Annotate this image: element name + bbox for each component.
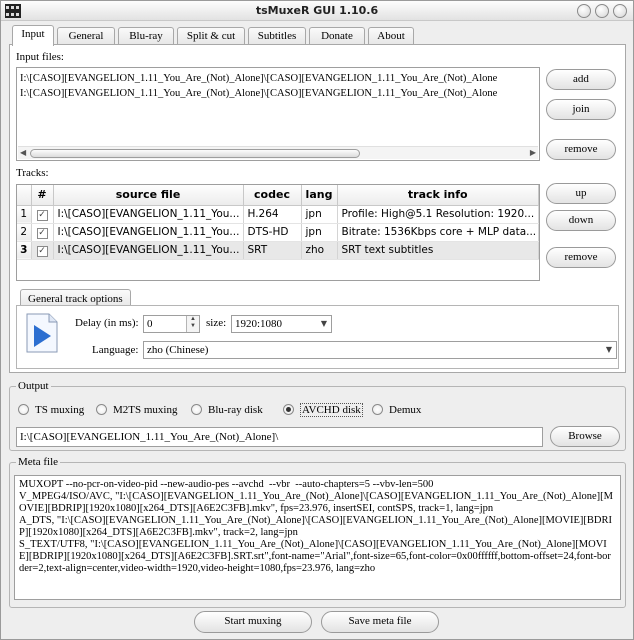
radio-icon[interactable] — [372, 404, 383, 415]
radio-icon[interactable] — [191, 404, 202, 415]
tab-input[interactable]: Input — [12, 25, 54, 46]
spin-down-icon[interactable]: ▼ — [190, 323, 196, 329]
tracks-header-row: # source file codec lang track info — [17, 185, 539, 206]
input-file-item[interactable]: I:\[CASO][EVANGELION_1.11_You_Are_(Not)_… — [20, 88, 536, 99]
join-file-button[interactable]: join — [546, 99, 616, 120]
table-row[interactable]: 3 ✓ I:\[CASO][EVANGELION_1.11_You... SRT… — [17, 241, 539, 260]
delay-input[interactable]: 0 ▲ ▼ — [143, 315, 200, 333]
column-header[interactable]: codec — [243, 185, 302, 206]
language-value: zho (Chinese) — [147, 344, 209, 356]
radio-avchd-disk[interactable]: AVCHD disk — [283, 403, 363, 417]
save-meta-file-button[interactable]: Save meta file — [321, 611, 439, 633]
input-files-list[interactable]: I:\[CASO][EVANGELION_1.11_You_Are_(Not)_… — [16, 67, 540, 161]
tab-split-cut[interactable]: Split & cut — [177, 27, 245, 45]
track-info-cell: Profile: High@5.1 Resolution: 1920... — [337, 205, 539, 224]
track-checkbox[interactable]: ✓ — [36, 209, 48, 221]
chevron-down-icon[interactable]: ▼ — [317, 316, 331, 332]
close-button[interactable] — [613, 4, 627, 18]
output-group: Output TS muxing M2TS muxing Blu-ray dis… — [9, 380, 626, 451]
output-path-input[interactable]: I:\[CASO][EVANGELION_1.11_You_Are_(Not)_… — [16, 427, 543, 447]
radio-blu-ray-disk[interactable]: Blu-ray disk — [191, 404, 263, 416]
input-tab-panel: Input files: I:\[CASO][EVANGELION_1.11_Y… — [9, 44, 626, 373]
scroll-right-icon[interactable]: ▶ — [530, 148, 536, 157]
spin-up-icon[interactable]: ▲ — [190, 316, 196, 322]
radio-demux[interactable]: Demux — [372, 404, 421, 416]
column-header[interactable]: track info — [337, 185, 539, 206]
source-file-cell: I:\[CASO][EVANGELION_1.11_You... — [53, 241, 244, 260]
radio-icon[interactable] — [96, 404, 107, 415]
table-row[interactable]: 1 ✓ I:\[CASO][EVANGELION_1.11_You... H.2… — [17, 205, 539, 224]
column-header[interactable]: # — [31, 185, 54, 206]
radio-m2ts-muxing[interactable]: M2TS muxing — [96, 404, 177, 416]
lang-cell: zho — [301, 241, 338, 260]
track-info-cell: SRT text subtitles — [337, 241, 539, 260]
tracks-label: Tracks: — [16, 167, 49, 179]
column-header[interactable]: source file — [53, 185, 244, 206]
browse-button[interactable]: Browse — [550, 426, 620, 447]
language-label: Language: — [92, 344, 139, 356]
remove-file-button[interactable]: remove — [546, 139, 616, 160]
row-number: 2 — [17, 223, 32, 242]
meta-file-legend: Meta file — [16, 456, 61, 468]
row-number: 3 — [17, 241, 32, 260]
track-down-button[interactable]: down — [546, 210, 616, 231]
output-mode-radios: TS muxing M2TS muxing Blu-ray disk AVCHD… — [18, 403, 618, 418]
radio-label: Demux — [389, 404, 422, 416]
lang-cell: jpn — [301, 223, 338, 242]
meta-file-text[interactable]: MUXOPT --no-pcr-on-video-pid --new-audio… — [14, 475, 621, 600]
scrollbar-thumb[interactable] — [30, 149, 360, 158]
radio-ts-muxing[interactable]: TS muxing — [18, 404, 84, 416]
title-bar: tsMuxeR GUI 1.10.6 — [1, 1, 633, 21]
radio-label: Blu-ray disk — [208, 404, 263, 416]
delay-value: 0 — [147, 318, 153, 330]
track-info-cell: Bitrate: 1536Kbps core + MLP data... — [337, 223, 539, 242]
tab-donate[interactable]: Donate — [309, 27, 365, 45]
tab-blu-ray[interactable]: Blu-ray — [118, 27, 174, 45]
radio-label: M2TS muxing — [113, 404, 178, 416]
radio-label: AVCHD disk — [300, 403, 363, 417]
track-checkbox[interactable]: ✓ — [36, 245, 48, 257]
delay-spinner[interactable]: ▲ ▼ — [186, 316, 199, 332]
tracks-table[interactable]: # source file codec lang track info 1 ✓ … — [16, 184, 540, 281]
codec-cell: SRT — [243, 241, 302, 260]
remove-track-button[interactable]: remove — [546, 247, 616, 268]
media-file-icon — [26, 313, 58, 353]
radio-icon[interactable] — [283, 404, 294, 415]
row-num-header — [17, 185, 32, 206]
app-window: tsMuxeR GUI 1.10.6 Input General Blu-ray… — [0, 0, 634, 640]
source-file-cell: I:\[CASO][EVANGELION_1.11_You... — [53, 205, 244, 224]
tab-subtitles[interactable]: Subtitles — [248, 27, 306, 45]
codec-cell: H.264 — [243, 205, 302, 224]
add-file-button[interactable]: add — [546, 69, 616, 90]
track-checkbox[interactable]: ✓ — [36, 227, 48, 239]
size-label: size: — [206, 317, 227, 329]
column-header[interactable]: lang — [301, 185, 338, 206]
track-up-button[interactable]: up — [546, 183, 616, 204]
output-legend: Output — [16, 380, 51, 392]
minimize-button[interactable] — [577, 4, 591, 18]
input-files-label: Input files: — [16, 51, 64, 63]
size-value: 1920:1080 — [235, 318, 283, 330]
radio-icon[interactable] — [18, 404, 29, 415]
tab-about[interactable]: About — [368, 27, 414, 45]
lang-cell: jpn — [301, 205, 338, 224]
radio-label: TS muxing — [35, 404, 85, 416]
row-number: 1 — [17, 205, 32, 224]
chevron-down-icon[interactable]: ▼ — [602, 342, 616, 358]
start-muxing-button[interactable]: Start muxing — [194, 611, 312, 633]
source-file-cell: I:\[CASO][EVANGELION_1.11_You... — [53, 223, 244, 242]
codec-cell: DTS-HD — [243, 223, 302, 242]
maximize-button[interactable] — [595, 4, 609, 18]
delay-label: Delay (in ms): — [75, 317, 139, 329]
track-options-panel: Delay (in ms): 0 ▲ ▼ size: 1920:1080 ▼ La… — [16, 305, 619, 369]
scroll-left-icon[interactable]: ◀ — [20, 148, 26, 157]
size-select[interactable]: 1920:1080 ▼ — [231, 315, 332, 333]
window-title: tsMuxeR GUI 1.10.6 — [255, 4, 379, 17]
input-file-item[interactable]: I:\[CASO][EVANGELION_1.11_You_Are_(Not)_… — [20, 73, 536, 84]
tab-general[interactable]: General — [57, 27, 115, 45]
table-row[interactable]: 2 ✓ I:\[CASO][EVANGELION_1.11_You... DTS… — [17, 223, 539, 242]
horizontal-scrollbar[interactable]: ◀ ▶ — [18, 146, 538, 159]
language-select[interactable]: zho (Chinese) ▼ — [143, 341, 617, 359]
